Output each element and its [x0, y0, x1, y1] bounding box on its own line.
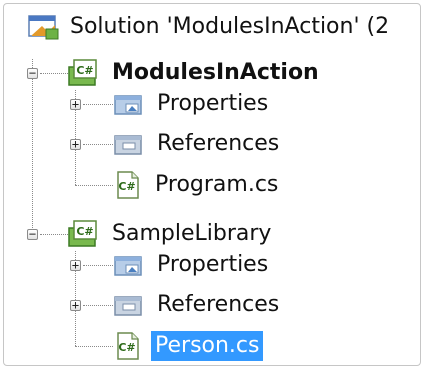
csharp-project-icon: C#: [68, 220, 97, 247]
svg-text:C#: C#: [76, 225, 93, 238]
tree-item-label: References: [157, 131, 280, 156]
expand-toggle[interactable]: +: [70, 299, 81, 311]
tree-item-label-selected: Person.cs: [151, 331, 264, 361]
tree-item-label: ModulesInAction: [112, 60, 319, 85]
tree-item-label: Solution 'ModulesInAction' (2: [70, 14, 390, 39]
tree-item-solution[interactable]: Solution 'ModulesInAction' (2: [14, 9, 393, 45]
csharp-file-icon: C#: [117, 332, 139, 360]
tree-item-file-person-cs[interactable]: C# Person.cs: [113, 328, 264, 364]
expand-toggle[interactable]: +: [70, 259, 81, 271]
tree-line: [83, 305, 113, 306]
tree-line: [32, 59, 33, 234]
svg-text:C#: C#: [118, 341, 135, 354]
tree-line: [40, 234, 68, 235]
tree-item-file-program-cs[interactable]: C# Program.cs: [113, 167, 282, 203]
solution-icon: [28, 15, 59, 40]
tree-line: [83, 144, 113, 145]
expand-toggle[interactable]: +: [70, 138, 81, 150]
solution-explorer-tree: Solution 'ModulesInAction' (2 − C# Modul…: [3, 3, 421, 366]
properties-folder-icon: [114, 95, 142, 115]
tree-item-label: References: [157, 292, 280, 317]
tree-item-references[interactable]: References: [113, 126, 283, 162]
svg-text:C#: C#: [76, 64, 93, 77]
csharp-file-icon: C#: [117, 171, 139, 199]
svg-text:C#: C#: [118, 180, 135, 193]
csharp-project-icon: C#: [68, 59, 97, 86]
tree-line: [83, 104, 113, 105]
tree-item-label: Properties: [157, 91, 269, 116]
tree-item-label: Properties: [157, 252, 269, 277]
tree-line: [75, 185, 113, 186]
tree-item-label: Program.cs: [155, 172, 279, 197]
expand-toggle[interactable]: +: [70, 98, 81, 110]
tree-line: [83, 265, 113, 266]
tree-line: [75, 346, 113, 347]
collapse-toggle[interactable]: −: [27, 67, 38, 79]
tree-item-properties[interactable]: Properties: [113, 86, 272, 122]
references-folder-icon: [114, 296, 142, 316]
tree-item-references[interactable]: References: [113, 287, 283, 323]
references-folder-icon: [114, 135, 142, 155]
tree-item-properties[interactable]: Properties: [113, 247, 272, 283]
tree-item-label: SampleLibrary: [112, 221, 272, 246]
collapse-toggle[interactable]: −: [27, 228, 38, 240]
properties-folder-icon: [114, 256, 142, 276]
tree-line: [40, 73, 68, 74]
